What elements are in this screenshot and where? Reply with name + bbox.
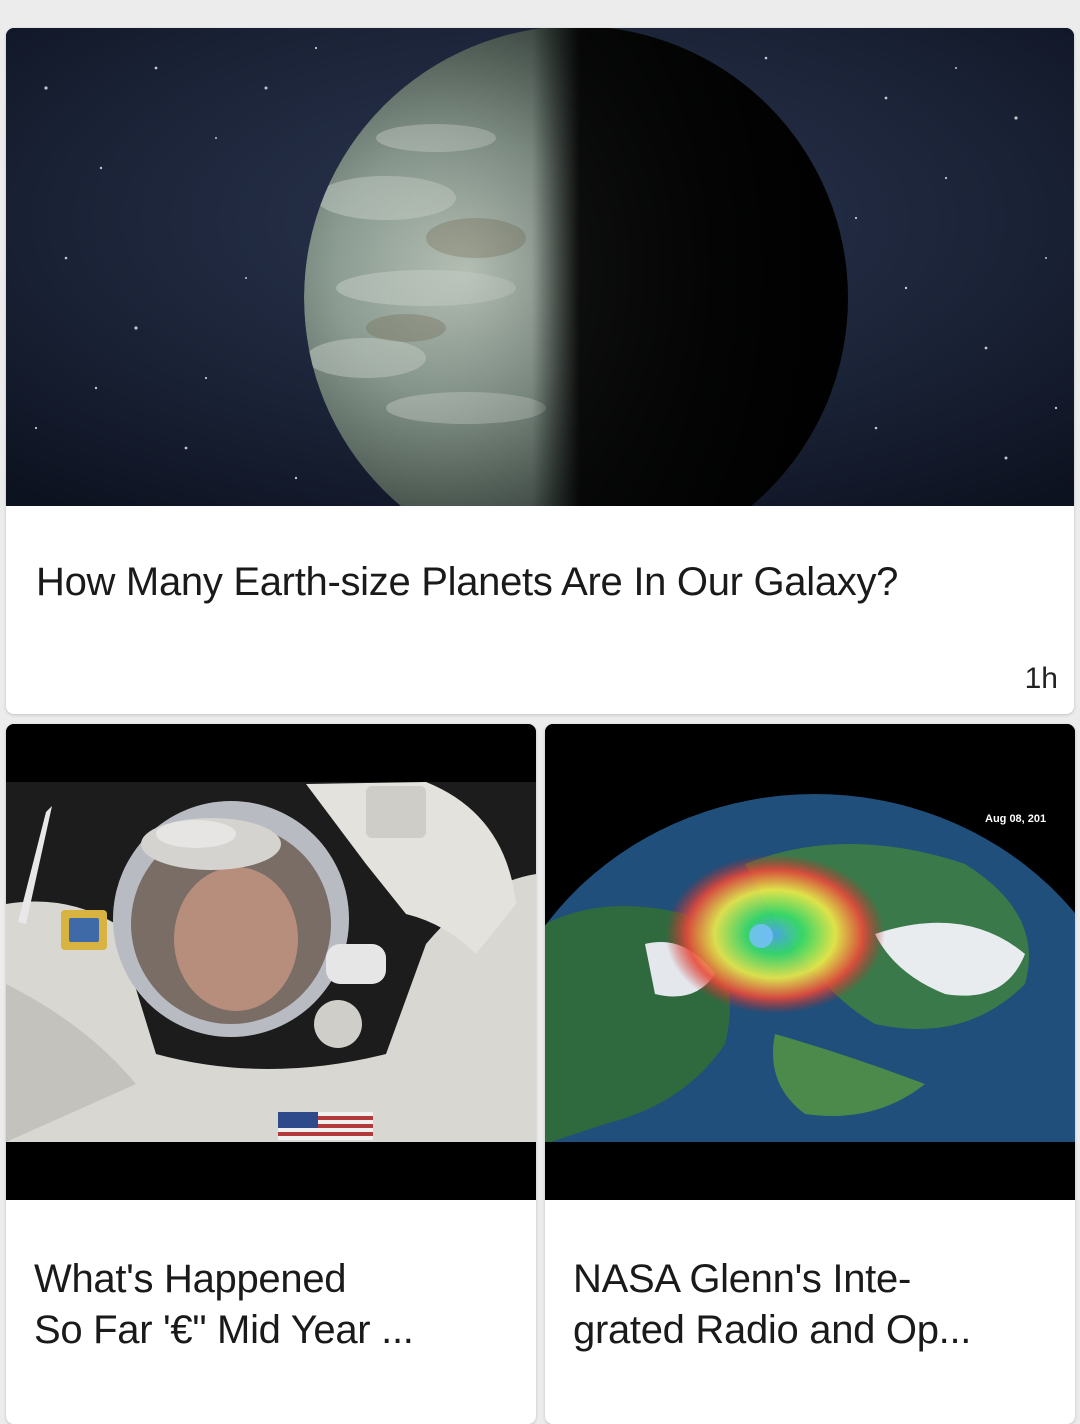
article-title-line: grated Radio and Op...: [573, 1308, 972, 1352]
earth-hurricane-image: Aug 08, 201: [545, 724, 1075, 1200]
feed-page: { "feed": { "featured": { "title": "How …: [0, 0, 1080, 1424]
astronaut-image: [6, 724, 536, 1200]
featured-article-card[interactable]: How Many Earth-size Planets Are In Our G…: [6, 28, 1074, 714]
article-card-earth[interactable]: Aug 08, 201 NASA Glenn's Inte- grated Ra…: [545, 724, 1075, 1424]
article-card-astronaut[interactable]: What's Happened So Far '€" Mid Year ...: [6, 724, 536, 1424]
article-title-line: So Far '€" Mid Year ...: [34, 1308, 414, 1352]
article-title-earth[interactable]: NASA Glenn's Inte- grated Radio and Op..…: [573, 1254, 1053, 1356]
article-title-line: NASA Glenn's Inte-: [573, 1257, 911, 1301]
planet-image: [6, 28, 1074, 506]
article-title-line: What's Happened: [34, 1257, 347, 1301]
image-date-caption: Aug 08, 201: [985, 813, 1046, 825]
featured-article-title[interactable]: How Many Earth-size Planets Are In Our G…: [36, 560, 898, 605]
featured-article-time: 1h: [1024, 662, 1058, 695]
article-title-astronaut[interactable]: What's Happened So Far '€" Mid Year ...: [34, 1254, 514, 1356]
